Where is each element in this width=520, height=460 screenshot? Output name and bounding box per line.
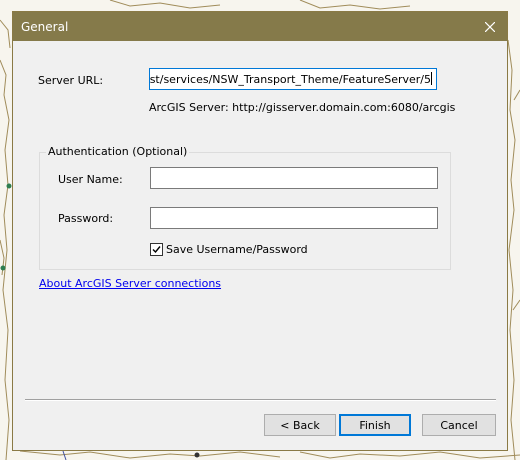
cancel-button[interactable]: Cancel [422,414,496,436]
server-url-label: Server URL: [38,74,104,87]
authentication-group-title: Authentication (Optional) [46,145,190,158]
username-label: User Name: [58,173,123,186]
arcgis-server-hint: ArcGIS Server: http://gisserver.domain.c… [149,101,456,114]
close-button[interactable] [473,12,507,41]
password-label: Password: [58,212,114,225]
window-title: General [21,20,69,34]
save-credentials-label[interactable]: Save Username/Password [166,243,308,256]
finish-button[interactable]: Finish [339,414,411,436]
general-dialog: General Server URL: er/rest/services/NSW… [12,11,508,451]
username-input[interactable] [150,167,438,189]
back-button[interactable]: < Back [264,414,336,436]
password-input[interactable] [150,207,438,229]
title-bar[interactable]: General [13,12,507,41]
save-credentials-checkbox[interactable] [150,243,163,256]
footer-separator [25,399,496,401]
check-icon [152,246,161,254]
server-url-input[interactable]: er/rest/services/NSW_Transport_Theme/Fea… [149,68,437,90]
text-caret [431,72,432,85]
server-url-value: er/rest/services/NSW_Transport_Theme/Fea… [149,72,432,86]
close-icon [485,21,495,32]
about-arcgis-connections-link[interactable]: About ArcGIS Server connections [39,277,221,290]
